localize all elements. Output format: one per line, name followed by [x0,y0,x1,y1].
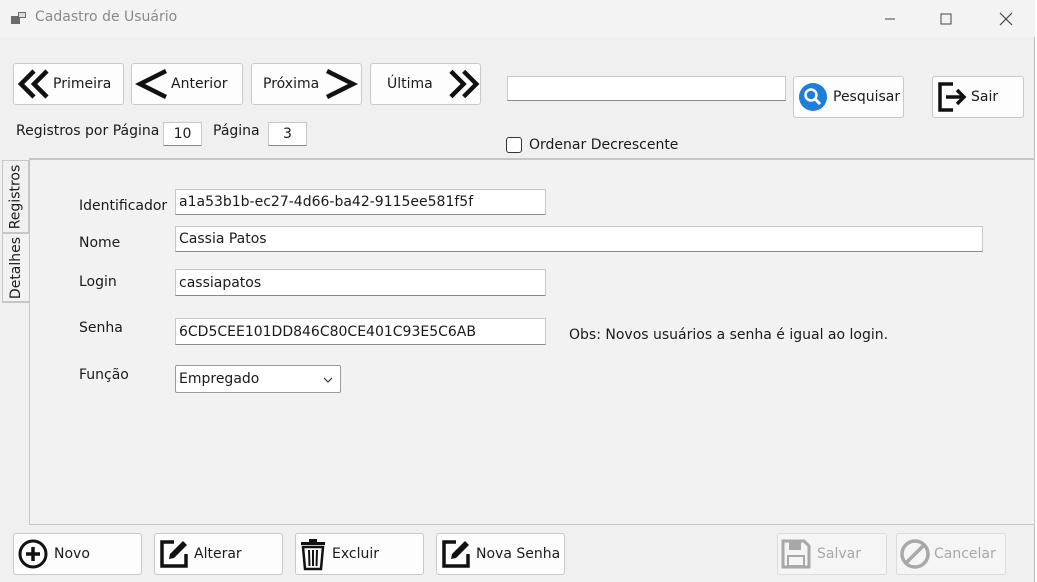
cancel-button[interactable]: Cancelar [896,533,1006,575]
page-label: Página [213,123,260,139]
login-field[interactable]: cassiapatos [175,269,546,296]
window-title: Cadastro de Usuário [35,9,178,25]
last-page-button[interactable]: Última [370,63,481,105]
exit-button[interactable]: Sair [932,76,1024,118]
first-page-button[interactable]: Primeira [13,63,124,105]
next-page-label: Próxima [263,76,320,92]
cancel-label: Cancelar [934,546,996,562]
records-per-page-input[interactable]: 10 [163,122,202,146]
last-page-label: Última [387,76,433,92]
maximize-button[interactable] [923,0,969,37]
new-button[interactable]: Novo [13,533,142,575]
role-label: Função [79,367,129,383]
order-desc-label: Ordenar Decrescente [529,137,679,153]
edit-icon [160,540,188,568]
minimize-button[interactable] [867,0,913,37]
new-password-label: Nova Senha [476,546,561,562]
user-registration-window: Cadastro de Usuário Primeira Anterior Pr… [0,0,1035,582]
next-page-button[interactable]: Próxima [251,63,362,105]
double-chevron-left-icon [17,69,49,99]
search-label: Pesquisar [833,89,901,105]
new-password-button[interactable]: Nova Senha [436,533,565,575]
save-label: Salvar [817,546,861,562]
chevron-down-icon [323,377,333,383]
first-page-label: Primeira [53,76,112,92]
save-icon [781,539,811,569]
edit-button[interactable]: Alterar [154,533,283,575]
name-field[interactable]: Cassia Patos [175,226,983,252]
trash-icon [301,539,325,571]
chevron-right-icon [326,68,359,100]
maximize-icon [940,13,952,24]
id-label: Identificador [79,198,168,214]
exit-icon [938,82,967,112]
role-select[interactable]: Empregado [175,365,341,393]
app-icon [11,12,26,24]
search-icon [799,83,827,111]
name-label: Nome [79,235,121,251]
role-select-value: Empregado [179,371,260,387]
order-desc-checkbox[interactable] [506,137,522,153]
close-button[interactable] [983,0,1029,37]
double-chevron-right-icon [449,69,480,99]
login-label: Login [79,274,117,290]
plus-circle-icon [18,539,48,569]
save-button[interactable]: Salvar [777,533,887,575]
cancel-icon [900,539,930,569]
delete-label: Excluir [332,546,379,562]
edit-label: Alterar [194,546,242,562]
password-field[interactable]: 6CD5CEE101DD846C80CE401C93E5C6AB [175,318,546,345]
tab-records[interactable]: Registros [2,160,29,233]
page-number-input[interactable]: 3 [268,122,307,146]
title-bar[interactable]: Cadastro de Usuário [0,0,1035,37]
new-label: Novo [54,546,90,562]
close-icon [999,12,1013,25]
previous-page-button[interactable]: Anterior [131,63,243,105]
id-field[interactable]: a1a53b1b-ec27-4d66-ba42-9115ee581f5f [175,189,546,215]
password-note: Obs: Novos usuários a senha é igual ao l… [569,327,889,343]
previous-page-label: Anterior [171,76,228,92]
search-button[interactable]: Pesquisar [793,76,904,118]
records-per-page-label: Registros por Página [16,123,160,139]
delete-button[interactable]: Excluir [295,533,424,575]
search-input[interactable] [507,76,786,101]
edit-password-icon [442,540,470,568]
tab-records-label: Registros [7,164,24,229]
tab-details-label: Detalhes [8,236,25,299]
exit-label: Sair [971,89,999,105]
chevron-left-icon [135,68,168,100]
tab-details[interactable]: Detalhes [2,233,29,303]
password-label: Senha [79,320,123,336]
minimize-icon [885,18,895,19]
